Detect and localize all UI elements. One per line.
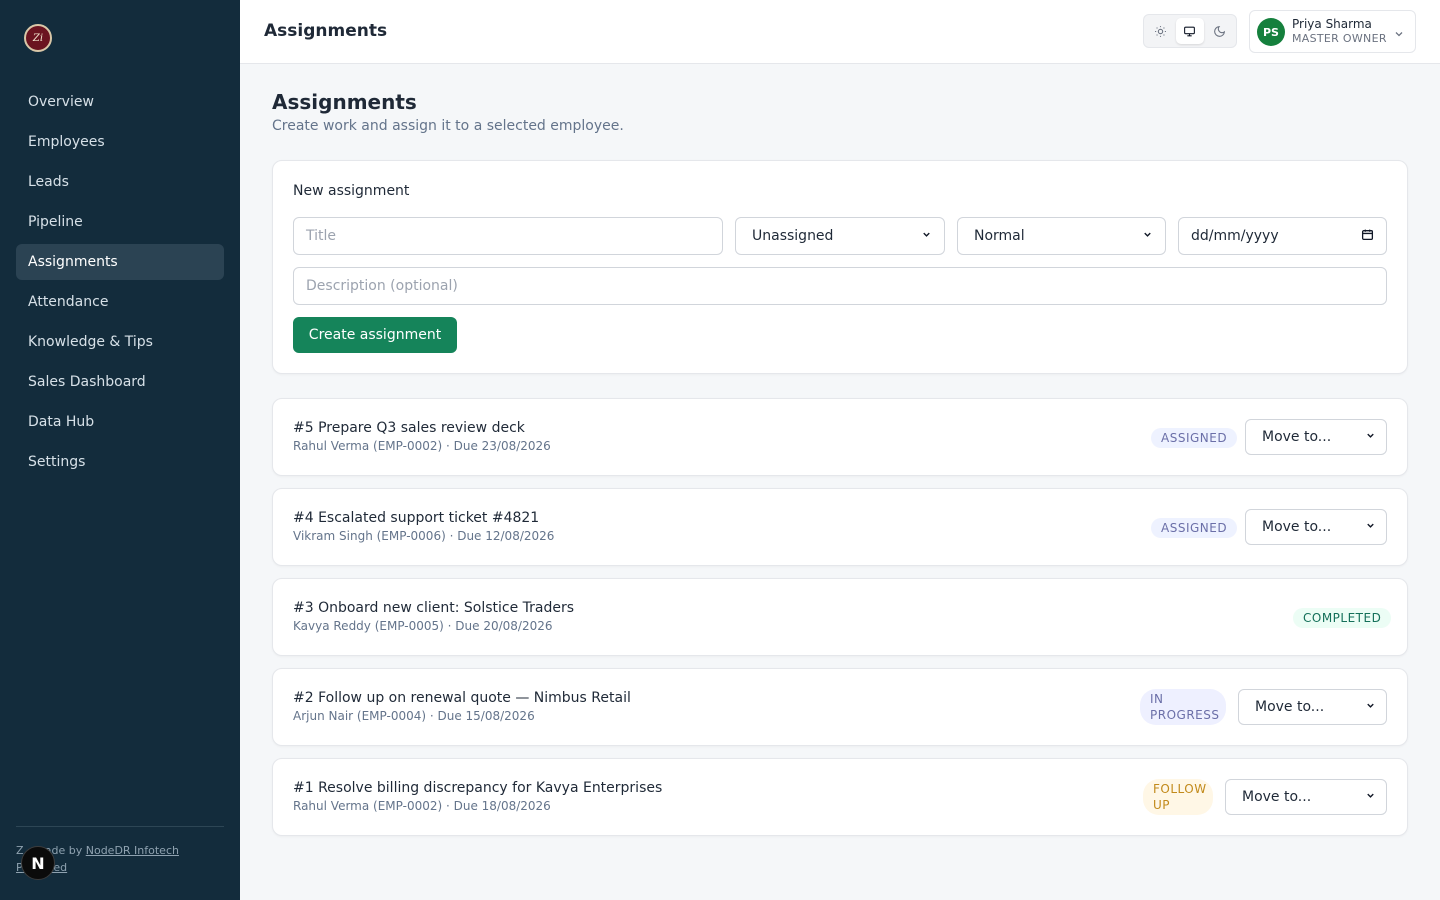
chevron-down-icon [1365,519,1376,535]
assignment-row: #5 Prepare Q3 sales review deck Rahul Ve… [272,398,1408,476]
assignment-meta: Rahul Verma (EMP-0002) · Due 23/08/2026 [293,439,551,453]
priority-value: Normal [974,228,1025,244]
status-badge: FOLLOW UP [1143,779,1213,815]
assignment-meta: Rahul Verma (EMP-0002) · Due 18/08/2026 [293,799,551,813]
chevron-down-icon [1142,229,1153,243]
status-badge: COMPLETED [1293,608,1392,628]
monitor-icon[interactable] [1176,18,1204,44]
title-input[interactable]: Title [293,217,723,255]
avatar: PS [1257,18,1285,46]
move-to-value: Move to... [1255,699,1325,715]
sidebar-item-employees[interactable]: Employees [16,124,224,160]
top-header: Assignments PS Priya Sharma MASTER OWNER [240,0,1440,64]
status-line: PROGRESS [1150,708,1220,722]
move-to-select[interactable]: Move to... [1245,419,1387,455]
move-to-select[interactable]: Move to... [1238,689,1387,725]
footer-link-nodedr[interactable]: NodeDR Infotech [86,844,179,857]
assignee-select[interactable]: Unassigned [735,217,945,255]
move-to-value: Move to... [1262,429,1332,445]
sun-icon[interactable] [1147,18,1174,44]
assignment-title: #1 Resolve billing discrepancy for Kavya… [293,780,663,796]
sidebar-item-sales-dashboard[interactable]: Sales Dashboard [16,364,224,400]
move-to-value: Move to... [1242,789,1312,805]
sidebar-item-pipeline[interactable]: Pipeline [16,204,224,240]
calendar-icon[interactable] [1361,228,1374,244]
assignment-title: #4 Escalated support ticket #4821 [293,510,540,526]
chevron-down-icon [1365,699,1376,715]
sidebar-divider [16,826,224,827]
chevron-down-icon [921,229,932,243]
chevron-down-icon [1365,429,1376,445]
sidebar-item-settings[interactable]: Settings [16,444,224,480]
assignment-title: #5 Prepare Q3 sales review deck [293,420,525,436]
sidebar-item-assignments[interactable]: Assignments [16,244,224,280]
sidebar-item-data-hub[interactable]: Data Hub [16,404,224,440]
page-subtitle: Create work and assign it to a selected … [272,118,624,134]
status-line: IN [1150,692,1164,706]
moon-icon[interactable] [1206,18,1233,44]
description-input[interactable]: Description (optional) [293,267,1387,305]
status-badge: IN PROGRESS [1140,689,1226,725]
move-to-value: Move to... [1262,519,1332,535]
move-to-select[interactable]: Move to... [1225,779,1387,815]
priority-select[interactable]: Normal [957,217,1166,255]
assignment-row: #3 Onboard new client: Solstice Traders … [272,578,1408,656]
page-title: Assignments [272,90,417,114]
chevron-down-icon [1393,25,1405,44]
brand-logo[interactable]: Zi [24,24,52,52]
status-line: UP [1153,798,1171,812]
due-date-input[interactable]: dd/mm/yyyy [1178,217,1387,255]
sidebar-item-knowledge-tips[interactable]: Knowledge & Tips [16,324,224,360]
description-placeholder: Description (optional) [306,278,458,294]
sidebar-item-attendance[interactable]: Attendance [16,284,224,320]
chevron-down-icon [1365,789,1376,805]
assignment-meta: Kavya Reddy (EMP-0005) · Due 20/08/2026 [293,619,553,633]
due-date-placeholder: dd/mm/yyyy [1191,228,1279,244]
assignment-row: #1 Resolve billing discrepancy for Kavya… [272,758,1408,836]
assignment-meta: Arjun Nair (EMP-0004) · Due 15/08/2026 [293,709,535,723]
sidebar-item-overview[interactable]: Overview [16,84,224,120]
status-badge: ASSIGNED [1151,518,1238,538]
assignment-title: #2 Follow up on renewal quote — Nimbus R… [293,690,631,706]
new-assignment-label: New assignment [293,183,410,199]
n-badge-icon[interactable]: N [21,846,55,880]
assignment-title: #3 Onboard new client: Solstice Traders [293,600,575,616]
sidebar: Zi Overview Employees Leads Pipeline Ass… [0,0,240,900]
status-line: FOLLOW [1153,782,1207,796]
title-placeholder: Title [306,228,337,244]
sidebar-nav: Overview Employees Leads Pipeline Assign… [16,84,224,484]
create-assignment-button[interactable]: Create assignment [293,317,457,353]
new-assignment-card: New assignment Title Unassigned Normal d… [272,160,1408,374]
header-title: Assignments [264,21,388,41]
assignment-row: #4 Escalated support ticket #4821 Vikram… [272,488,1408,566]
move-to-select[interactable]: Move to... [1245,509,1387,545]
user-menu[interactable]: PS Priya Sharma MASTER OWNER [1249,10,1416,53]
assignment-row: #2 Follow up on renewal quote — Nimbus R… [272,668,1408,746]
status-badge: ASSIGNED [1151,428,1238,448]
theme-switcher [1143,14,1237,48]
assignee-value: Unassigned [752,228,834,244]
user-role: MASTER OWNER [1292,32,1387,45]
sidebar-item-leads[interactable]: Leads [16,164,224,200]
assignment-meta: Vikram Singh (EMP-0006) · Due 12/08/2026 [293,529,555,543]
user-name: Priya Sharma [1292,17,1372,31]
